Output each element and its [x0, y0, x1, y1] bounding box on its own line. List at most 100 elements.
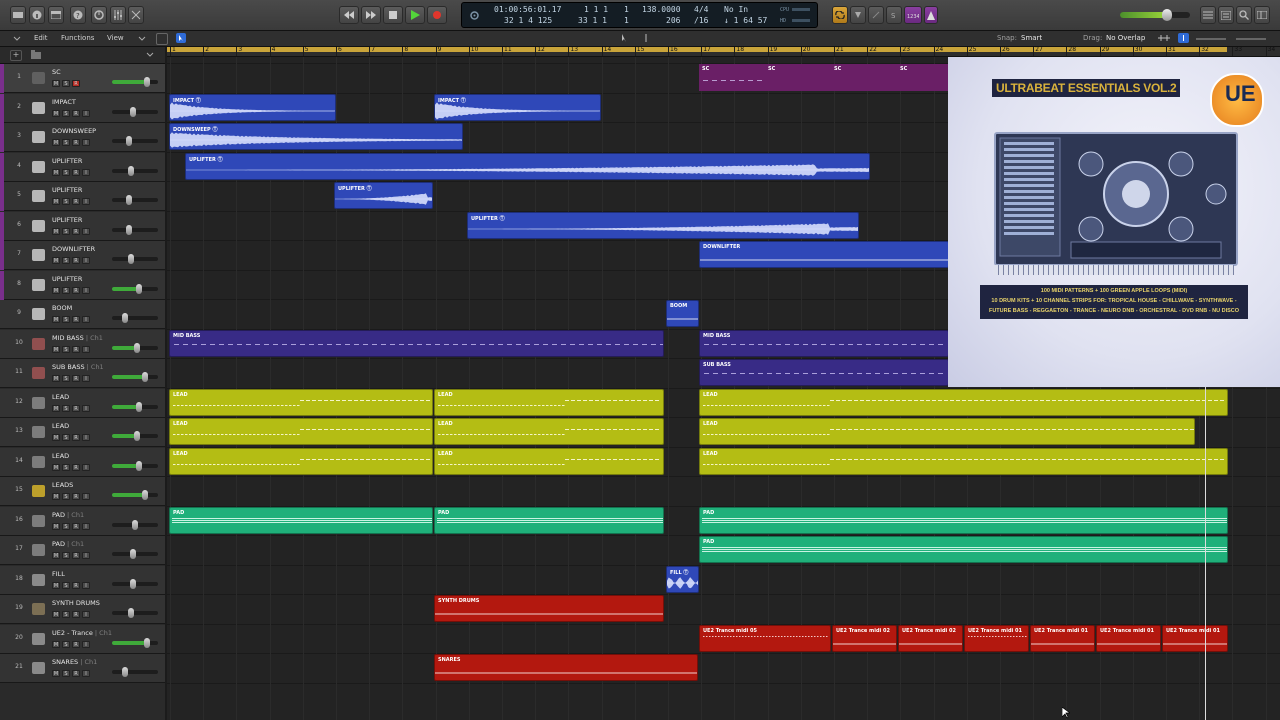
list-editors-button[interactable] — [1200, 6, 1216, 24]
mute-button[interactable]: M — [52, 286, 60, 294]
track-volume-knob[interactable] — [136, 460, 142, 471]
metronome-click-button[interactable] — [924, 6, 938, 24]
track-volume-fader[interactable] — [112, 77, 158, 87]
record-enable-button[interactable]: R — [72, 316, 80, 323]
mute-button[interactable]: M — [52, 227, 60, 235]
solo-button[interactable]: S — [62, 434, 70, 441]
editors-button[interactable] — [128, 6, 144, 24]
track-name[interactable]: SC — [52, 68, 61, 76]
solo-button[interactable]: S — [62, 581, 70, 589]
mute-button[interactable]: M — [52, 434, 60, 441]
track-volume-knob[interactable] — [122, 313, 128, 323]
track-region[interactable]: LEAD — [699, 447, 1228, 475]
track-region[interactable]: UE2 Trance midi 02 — [832, 624, 897, 652]
track-name[interactable]: UPLIFTER — [52, 275, 82, 283]
track-name[interactable]: UPLIFTER — [52, 216, 82, 224]
vertical-zoom-slider[interactable] — [1236, 38, 1266, 40]
mute-button[interactable]: M — [52, 345, 60, 353]
solo-button[interactable]: S — [62, 463, 70, 471]
solo-button[interactable]: S — [62, 522, 70, 530]
track-volume-fader[interactable] — [112, 224, 158, 235]
solo-button[interactable]: S — [886, 6, 902, 24]
track-header[interactable]: 16 PAD | Ch1 M S R I — [0, 506, 165, 536]
track-region[interactable]: UE2 Trance midi 01 — [964, 624, 1029, 652]
track-region[interactable]: LEAD — [169, 388, 433, 416]
vertical-zoom-icon[interactable] — [1178, 33, 1189, 43]
record-enable-button[interactable]: R — [72, 404, 80, 412]
track-header[interactable]: 20 UE2 - Trance | Ch1 M S R I — [0, 624, 165, 654]
track-region[interactable]: DOWNSWEEP Ⓣ — [169, 123, 463, 150]
solo-button[interactable]: S — [62, 257, 70, 264]
browser-button[interactable] — [1254, 6, 1270, 24]
input-monitor-button[interactable]: I — [82, 552, 90, 559]
track-region[interactable]: LEAD — [434, 388, 664, 416]
track-volume-knob[interactable] — [130, 549, 136, 559]
track-volume-knob[interactable] — [132, 519, 138, 530]
folder-icon[interactable] — [31, 50, 41, 59]
track-volume-fader[interactable] — [112, 195, 158, 205]
track-region[interactable]: IMPACT Ⓣ — [169, 93, 336, 121]
cycle-button[interactable] — [832, 6, 848, 24]
solo-button[interactable]: S — [62, 640, 70, 648]
track-volume-knob[interactable] — [134, 342, 140, 353]
solo-button[interactable]: S — [62, 670, 70, 677]
waveform-zoom-icon[interactable] — [1158, 34, 1170, 42]
solo-button[interactable]: S — [62, 198, 70, 205]
track-header[interactable]: 8 UPLIFTER M S R I — [0, 270, 165, 300]
mute-button[interactable]: M — [52, 493, 60, 500]
track-region[interactable]: BOOM — [666, 300, 699, 327]
track-header[interactable]: 1 SC M S R — [0, 64, 165, 93]
track-header[interactable]: 7 DOWNLIFTER M S R I — [0, 241, 165, 270]
input-monitor-button[interactable]: I — [82, 581, 90, 589]
track-header[interactable]: 13 LEAD M S R I — [0, 418, 165, 447]
record-enable-button[interactable]: R — [72, 611, 80, 618]
record-enable-button[interactable]: R — [72, 139, 80, 146]
record-enable-button[interactable]: R — [72, 80, 80, 87]
lcd-display[interactable]: 01:00:56:01.17 32 1 4 125 1 1 1 33 1 1 1… — [461, 2, 818, 28]
chevron-down-icon[interactable] — [138, 35, 146, 42]
input-monitor-button[interactable]: I — [82, 139, 90, 146]
input-monitor-button[interactable]: I — [82, 345, 90, 353]
track-region[interactable]: UPLIFTER Ⓣ — [467, 211, 859, 239]
bar-ruler[interactable]: 1 2 3 4 5 6 7 8 9 10 11 12 13 14 15 16 17 18 19 20 21 22 23 24 2… — [167, 47, 1280, 57]
track-volume-knob[interactable] — [128, 608, 134, 618]
record-enable-button[interactable]: R — [72, 493, 80, 500]
track-name[interactable]: UE2 - Trance | Ch1 — [52, 629, 112, 637]
count-in-button[interactable]: 1234 — [904, 6, 922, 24]
record-enable-button[interactable]: R — [72, 109, 80, 117]
toolbar-button[interactable] — [48, 6, 64, 24]
track-header[interactable]: 17 PAD | Ch1 M S R I — [0, 536, 165, 565]
track-region[interactable]: SNARES — [434, 654, 698, 681]
solo-button[interactable]: S — [62, 552, 70, 559]
notepad-button[interactable] — [1218, 6, 1234, 24]
track-volume-fader[interactable] — [112, 342, 158, 353]
solo-button[interactable]: S — [62, 611, 70, 618]
mute-button[interactable]: M — [52, 375, 60, 382]
track-region[interactable]: IMPACT Ⓣ — [434, 93, 601, 121]
solo-button[interactable]: S — [62, 227, 70, 235]
input-monitor-button[interactable]: I — [82, 463, 90, 471]
input-monitor-button[interactable]: I — [82, 493, 90, 500]
track-region[interactable]: PAD — [169, 506, 433, 534]
track-region[interactable]: LEAD — [434, 418, 664, 445]
track-region[interactable]: PAD — [699, 506, 1228, 534]
pointer-tool-icon[interactable] — [621, 34, 629, 42]
chevron-down-icon[interactable] — [146, 51, 154, 58]
stop-button[interactable] — [383, 6, 403, 24]
solo-button[interactable]: S — [62, 286, 70, 294]
tool-pointer-icon[interactable] — [176, 33, 186, 43]
functions-menu[interactable]: Functions — [61, 34, 94, 42]
track-volume-knob[interactable] — [144, 77, 150, 87]
solo-button[interactable]: S — [62, 80, 70, 87]
track-name[interactable]: BOOM — [52, 304, 72, 312]
track-name[interactable]: MID BASS | Ch1 — [52, 334, 103, 342]
track-region[interactable]: LEAD — [169, 447, 433, 475]
mute-button[interactable]: M — [52, 168, 60, 176]
track-name[interactable]: LEAD — [52, 393, 69, 401]
track-region[interactable]: DOWNLIFTER — [699, 241, 949, 268]
view-menu[interactable]: View — [107, 34, 124, 42]
track-header[interactable]: 12 LEAD M S R I — [0, 388, 165, 418]
track-volume-knob[interactable] — [144, 637, 150, 648]
record-enable-button[interactable]: R — [72, 463, 80, 471]
mute-button[interactable]: M — [52, 316, 60, 323]
